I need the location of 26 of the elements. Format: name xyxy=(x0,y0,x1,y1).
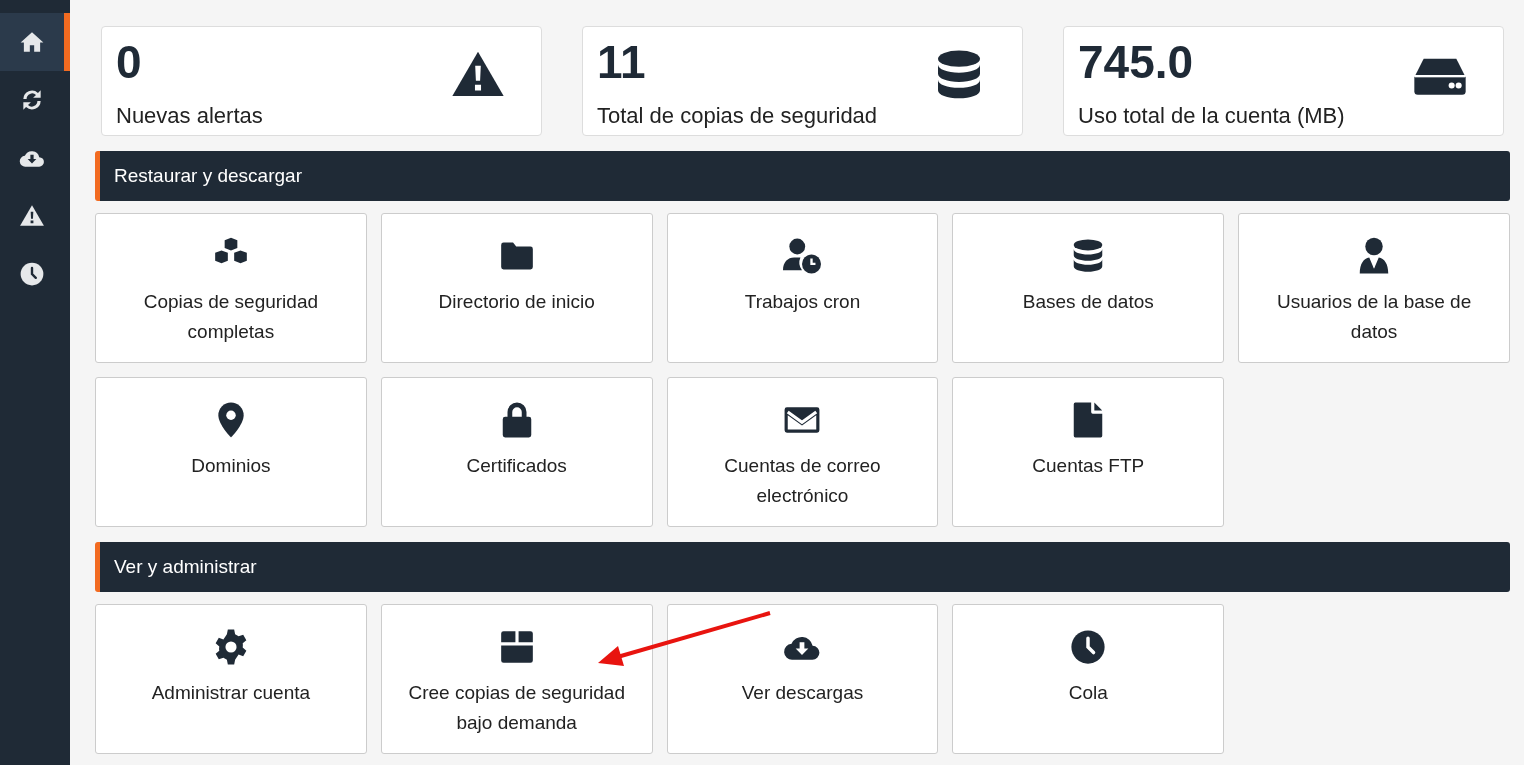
feature-tile[interactable]: Cuentas de correo electrónico xyxy=(666,377,939,527)
feature-tile[interactable]: Cola xyxy=(952,604,1225,754)
feature-tile[interactable]: Directorio de inicio xyxy=(380,213,653,363)
sidebar-item[interactable] xyxy=(0,13,70,71)
feature-tile[interactable]: Usuarios de la base de datos xyxy=(1238,213,1510,363)
feature-tile[interactable]: Cree copias de seguridad bajo demanda xyxy=(380,604,653,754)
clock-icon xyxy=(1069,628,1108,666)
feature-tile[interactable]: Cuentas FTP xyxy=(952,377,1225,527)
feature-tile[interactable]: Ver descargas xyxy=(666,604,939,754)
feature-tile[interactable]: Trabajos cron xyxy=(666,213,939,363)
feature-tile[interactable]: Administrar cuenta xyxy=(95,604,367,754)
feature-tile[interactable]: Copias de seguridad completas xyxy=(95,213,367,363)
user-clock-icon xyxy=(783,237,822,275)
feature-tile[interactable]: Dominios xyxy=(95,377,367,527)
stat-value: 745.0 xyxy=(1078,37,1195,88)
stat-label: Nuevas alertas xyxy=(116,103,263,129)
stat-value: 11 xyxy=(597,37,647,88)
feature-tile[interactable]: Bases de datos xyxy=(952,213,1225,363)
section-header: Ver y administrar xyxy=(95,542,1510,592)
feature-tile[interactable]: Certificados xyxy=(380,377,653,527)
stat-label: Total de copias de seguridad xyxy=(597,103,878,129)
stat-value: 0 xyxy=(116,37,143,88)
clock-icon xyxy=(19,261,45,287)
section-header: Restaurar y descargar xyxy=(95,151,1510,201)
warning-icon xyxy=(19,203,45,229)
stat-label: Uso total de la cuenta (MB) xyxy=(1078,103,1345,129)
